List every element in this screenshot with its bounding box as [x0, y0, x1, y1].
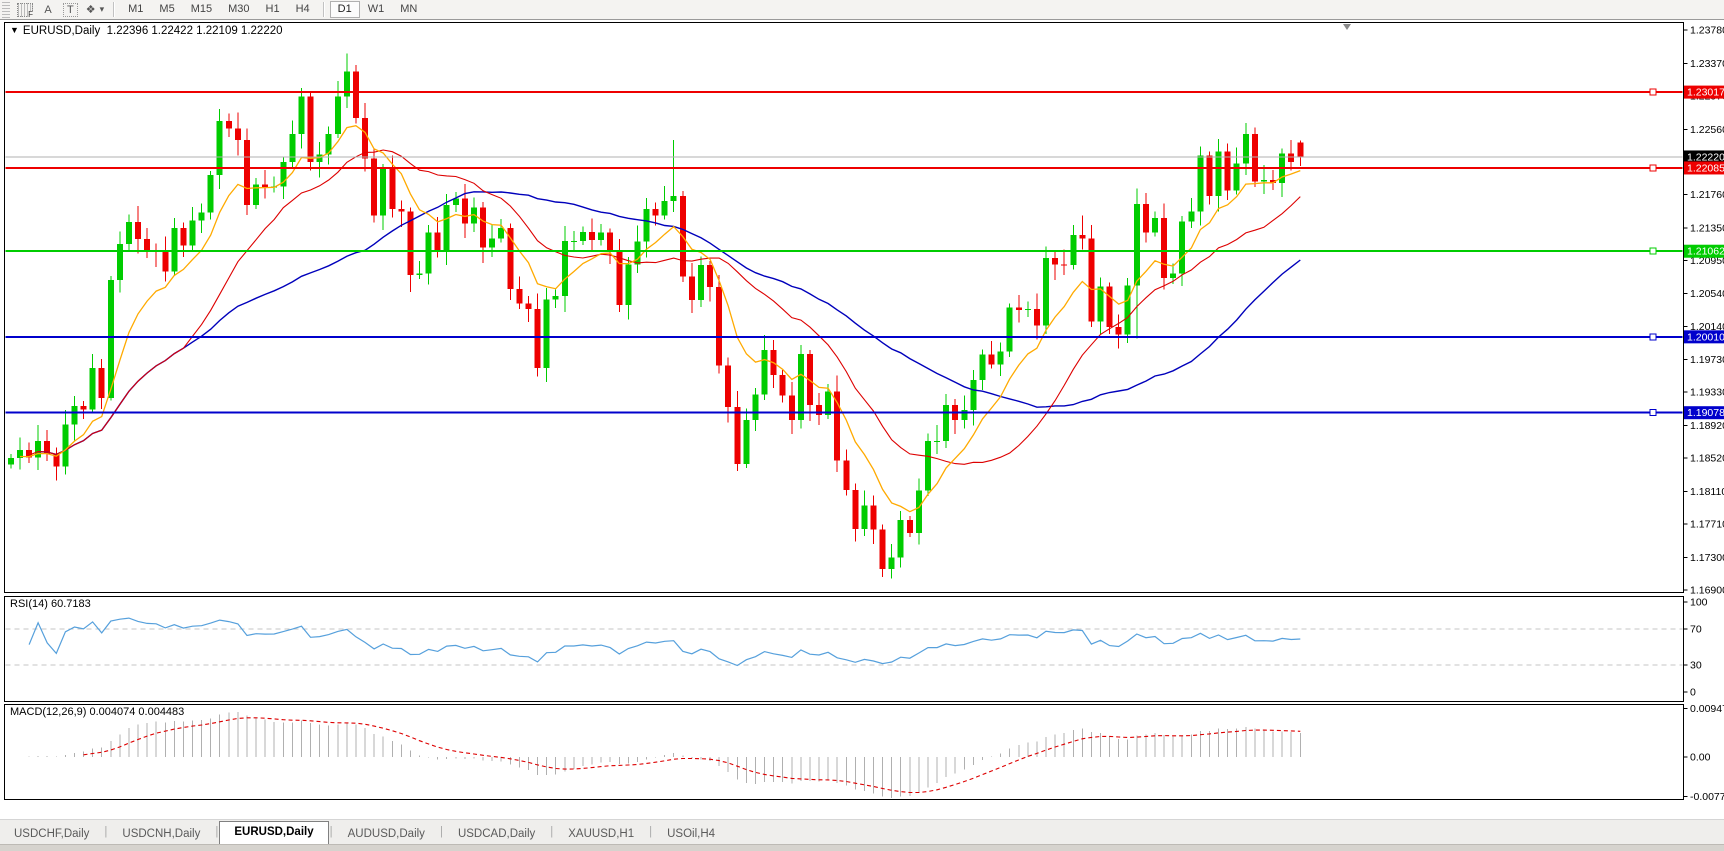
rsi-axis-label: 0: [1690, 687, 1696, 699]
chart-canvas[interactable]: 1.237801.233701.229701.225601.221501.217…: [0, 0, 1724, 851]
chart-title-ohlc: 1.22396 1.22422 1.22109 1.22220: [106, 25, 283, 37]
tab-usdcad-daily[interactable]: USDCAD,Daily: [444, 824, 549, 844]
chart-title: ▼ EURUSD,Daily 1.22396 1.22422 1.22109 1.…: [10, 25, 283, 37]
tab-usdcnh-daily[interactable]: USDCNH,Daily: [108, 824, 214, 844]
price-axis-label: 1.19330: [1690, 387, 1724, 399]
price-axis-label: 1.18110: [1690, 486, 1724, 498]
tab-usdchf-daily[interactable]: USDCHF,Daily: [0, 824, 103, 844]
macd-axis-label: 0.00: [1690, 752, 1711, 764]
macd-axis-label: 0.009478: [1690, 703, 1724, 715]
mt4-window: F A T ❖ ▾ M1M5M15M30H1H4D1W1MN 1.237801.…: [0, 0, 1724, 851]
date-axis-row: [0, 800, 1724, 819]
svg-text:1.19078: 1.19078: [1687, 407, 1724, 419]
price-axis-label: 1.17300: [1690, 552, 1724, 564]
price-axis-label: 1.20540: [1690, 288, 1724, 300]
price-axis-label: 1.18920: [1690, 420, 1724, 432]
status-bar: [0, 844, 1724, 851]
chart-shift-marker: [1343, 24, 1351, 30]
rsi-axis-label: 100: [1690, 597, 1708, 609]
collapse-arrow-icon[interactable]: ▼: [10, 25, 19, 35]
rsi-panel-series: [5, 617, 1683, 667]
chart-title-symbol: EURUSD,Daily: [22, 25, 101, 37]
rsi-axis-label: 30: [1690, 660, 1702, 672]
tab-xauusd-h1[interactable]: XAUUSD,H1: [554, 824, 648, 844]
price-axis-label: 1.21350: [1690, 222, 1724, 234]
tab-eurusd-daily[interactable]: EURUSD,Daily: [219, 821, 329, 845]
rsi-indicator-label: RSI(14) 60.7183: [10, 598, 91, 610]
price-axis-label: 1.21760: [1690, 189, 1724, 201]
svg-text:1.23017: 1.23017: [1687, 87, 1724, 99]
svg-text:1.22085: 1.22085: [1687, 162, 1724, 174]
price-axis-label: 1.19730: [1690, 354, 1724, 366]
macd-panel-series: [28, 712, 1301, 798]
macd-signal-line: [83, 717, 1301, 794]
svg-text:1.21062: 1.21062: [1687, 246, 1724, 258]
candlestick-series: [7, 53, 1304, 579]
macd-indicator-label: MACD(12,26,9) 0.004074 0.004483: [10, 706, 185, 718]
svg-text:1.20010: 1.20010: [1687, 331, 1724, 343]
rsi-axis-label: 70: [1690, 624, 1702, 636]
price-axis-label: 1.22560: [1690, 124, 1724, 136]
symbol-tabbar: USDCHF,Daily | USDCNH,Daily | EURUSD,Daily | A…: [0, 819, 1724, 845]
price-axis-label: 1.23370: [1690, 58, 1724, 70]
price-axis-label: 1.16900: [1690, 584, 1724, 596]
rsi-line: [28, 617, 1301, 667]
tab-usoil-h4[interactable]: USOil,H4: [653, 824, 729, 844]
price-axis-label: 1.23780: [1690, 25, 1724, 37]
price-axis-label: 1.18520: [1690, 453, 1724, 465]
tab-audusd-daily[interactable]: AUDUSD,Daily: [334, 824, 439, 844]
price-axis-label: 1.17710: [1690, 519, 1724, 531]
